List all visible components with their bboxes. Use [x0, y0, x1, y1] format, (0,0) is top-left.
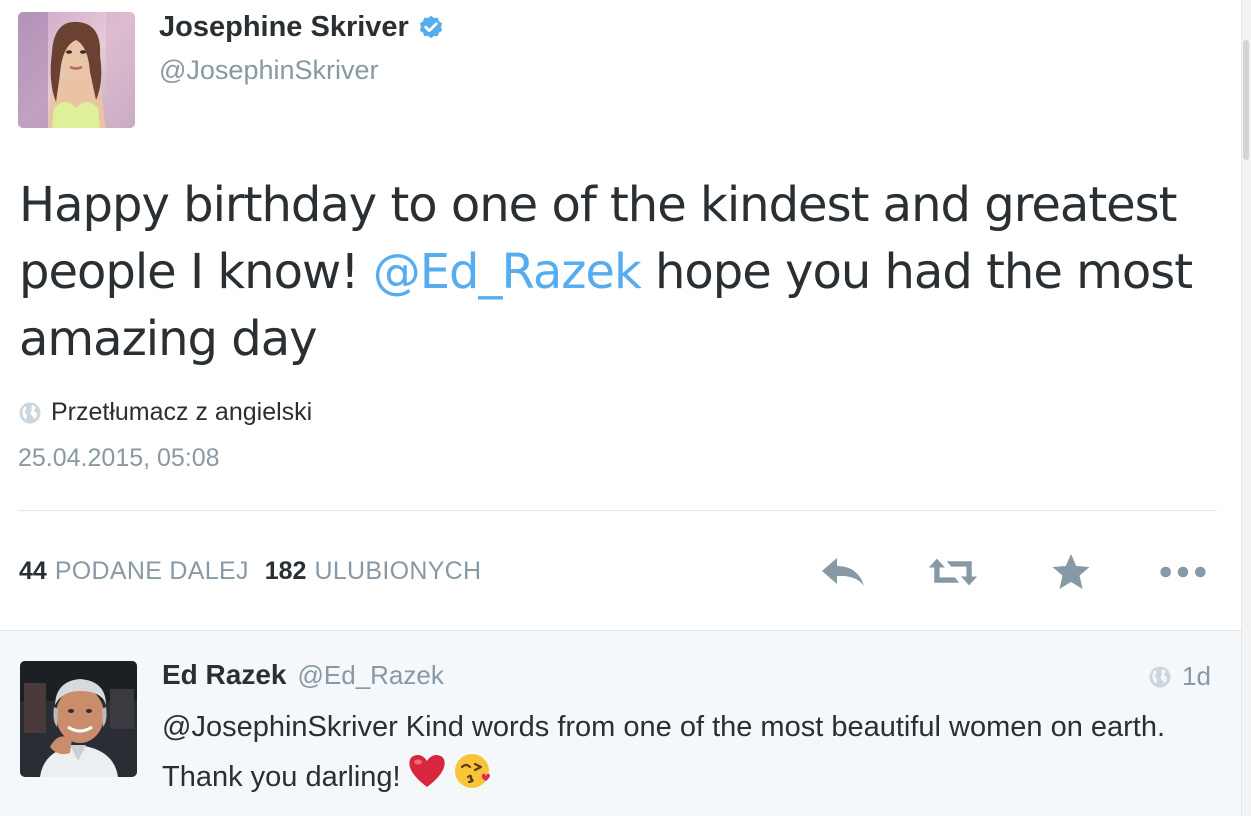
tweet-text: Happy birthday to one of the kindest and…	[19, 172, 1219, 373]
reply-button[interactable]	[818, 550, 868, 594]
globe-icon	[1149, 666, 1171, 687]
reply-tweet[interactable]: Ed Razek @Ed_Razek 1d @JosephinSkriver K…	[0, 630, 1241, 816]
star-icon	[1052, 554, 1090, 589]
reply-author-handle[interactable]: @Ed_Razek	[298, 660, 444, 691]
divider	[18, 510, 1217, 511]
retweets-count[interactable]: 44	[19, 557, 47, 586]
reply-age: 1d	[1182, 661, 1211, 691]
mention-link[interactable]: @Ed_Razek	[373, 244, 642, 300]
reply-text: @JosephinSkriver Kind words from one of …	[162, 703, 1212, 806]
reply-text-body: @JosephinSkriver Kind words from one of …	[162, 711, 1166, 794]
scrollbar-thumb[interactable]	[1243, 40, 1249, 160]
verified-badge-icon	[419, 15, 442, 38]
retweets-label[interactable]: PODANE DALEJ	[55, 557, 249, 586]
reply-icon	[822, 558, 864, 586]
tweet-timestamp[interactable]: 25.04.2015, 05:08	[18, 444, 220, 473]
favorites-count[interactable]: 182	[265, 557, 307, 586]
scrollbar[interactable]	[1241, 0, 1251, 816]
author-name-row: Josephine Skriver	[159, 11, 445, 44]
reply-avatar-image	[20, 661, 137, 777]
face-blowing-kiss-icon	[453, 751, 493, 806]
reply-timestamp[interactable]: 1d	[1148, 661, 1211, 692]
tweet-page: Josephine Skriver @JosephinSkriver Happy…	[0, 0, 1251, 816]
tweet-stats: 44 PODANE DALEJ 182 ULUBIONYCH	[19, 557, 497, 586]
avatar-image	[18, 12, 135, 128]
translate-label: Przetłumacz z angielski	[51, 398, 313, 426]
favorite-button[interactable]	[1046, 550, 1096, 594]
avatar[interactable]	[18, 12, 135, 128]
author-handle[interactable]: @JosephinSkriver	[159, 55, 379, 86]
favorites-label[interactable]: ULUBIONYCH	[314, 557, 481, 586]
author-name[interactable]: Josephine Skriver	[159, 11, 409, 44]
translate-link[interactable]: Przetłumacz z angielski	[18, 398, 312, 427]
retweet-icon	[928, 558, 978, 586]
red-heart-icon	[407, 753, 447, 804]
reply-author-name[interactable]: Ed Razek	[162, 659, 287, 691]
globe-icon	[19, 402, 41, 423]
more-button[interactable]	[1158, 550, 1208, 594]
retweet-button[interactable]	[928, 550, 978, 594]
reply-header: Ed Razek @Ed_Razek	[162, 659, 444, 691]
reply-avatar[interactable]	[20, 661, 137, 777]
more-icon	[1160, 566, 1206, 578]
